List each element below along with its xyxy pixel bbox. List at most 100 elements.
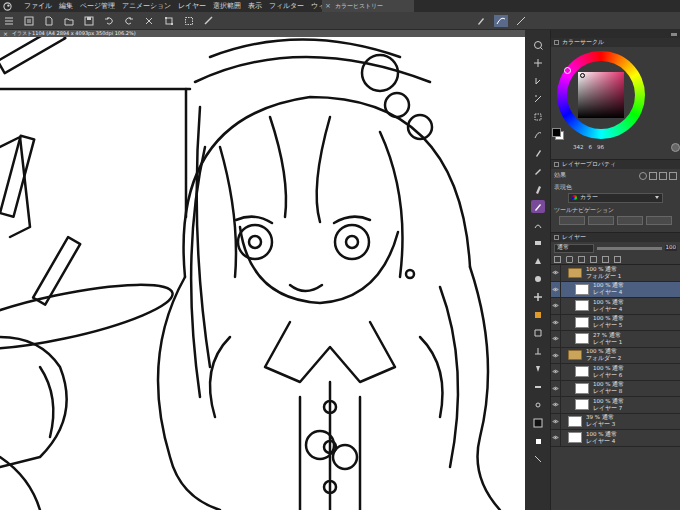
- visibility-toggle[interactable]: [551, 282, 561, 298]
- layer-row[interactable]: 27 %通常レイヤー 1: [551, 331, 680, 348]
- layer-color-icon[interactable]: [669, 172, 677, 180]
- canvas[interactable]: [0, 37, 525, 510]
- tool-button[interactable]: [531, 272, 545, 285]
- layer-row[interactable]: 100 %通常レイヤー 7: [551, 397, 680, 414]
- layer-row[interactable]: 100 %通常レイヤー 4: [551, 282, 680, 299]
- delete-icon[interactable]: [614, 256, 621, 263]
- visibility-toggle[interactable]: [551, 298, 561, 314]
- tool-button[interactable]: [531, 200, 545, 213]
- transform-icon[interactable]: [164, 16, 174, 26]
- redo-icon[interactable]: [124, 16, 134, 26]
- expression-color-dropdown[interactable]: カラー: [568, 193, 663, 203]
- tool-button[interactable]: [531, 236, 545, 249]
- menu-item[interactable]: 表示: [248, 3, 262, 10]
- visibility-toggle[interactable]: [551, 364, 561, 380]
- nav-button[interactable]: [646, 216, 672, 225]
- open-icon[interactable]: [64, 16, 74, 26]
- new-folder-icon[interactable]: [566, 256, 573, 263]
- tool-button[interactable]: [531, 452, 545, 465]
- main-color-swatch[interactable]: [552, 128, 561, 137]
- close-button[interactable]: ×: [325, 3, 331, 10]
- menu-item[interactable]: ファイル: [24, 3, 52, 10]
- tool-button[interactable]: [531, 344, 545, 357]
- visibility-toggle[interactable]: [551, 414, 561, 430]
- new-file-icon[interactable]: [44, 16, 54, 26]
- panel-menu-icon[interactable]: [554, 40, 559, 45]
- tool-button[interactable]: [531, 362, 545, 375]
- nav-button[interactable]: [617, 216, 643, 225]
- tool-button[interactable]: [531, 416, 545, 429]
- layer-row[interactable]: 100 %通常フォルダー 2: [551, 348, 680, 365]
- layer-row[interactable]: 100 %通常レイヤー 4: [551, 430, 680, 447]
- save-icon[interactable]: [84, 16, 94, 26]
- opacity-value[interactable]: 100: [665, 245, 678, 251]
- blend-dropdown[interactable]: 通常: [554, 244, 594, 253]
- panel-menu-icon[interactable]: [554, 162, 559, 167]
- menu-item[interactable]: アニメーション: [122, 3, 171, 10]
- tone-effect-icon[interactable]: [649, 172, 657, 180]
- active-pen-button[interactable]: [494, 15, 508, 27]
- pen-icon[interactable]: [476, 16, 486, 26]
- color-history-tab[interactable]: × カラーヒストリー: [322, 0, 414, 12]
- tool-button[interactable]: [531, 38, 545, 51]
- tool-button[interactable]: [531, 380, 545, 393]
- tool-button[interactable]: [531, 110, 545, 123]
- tool-button[interactable]: [531, 74, 545, 87]
- layer-row[interactable]: 100 %通常フォルダー 1: [551, 265, 680, 282]
- layer-row[interactable]: 39 %通常レイヤー 3: [551, 414, 680, 431]
- menu-icon[interactable]: [4, 16, 14, 26]
- menu-item[interactable]: ページ管理: [80, 3, 115, 10]
- extract-line-icon[interactable]: [659, 172, 667, 180]
- visibility-toggle[interactable]: [551, 430, 561, 446]
- tool-button[interactable]: [531, 308, 545, 321]
- layer-row[interactable]: 100 %通常レイヤー 5: [551, 315, 680, 332]
- tool-button[interactable]: [531, 326, 545, 339]
- visibility-toggle[interactable]: [551, 331, 561, 347]
- menu-item[interactable]: 編集: [59, 3, 73, 10]
- nav-button[interactable]: [559, 216, 585, 225]
- tool-button[interactable]: [531, 164, 545, 177]
- tool-button[interactable]: [531, 290, 545, 303]
- visibility-toggle[interactable]: [551, 265, 561, 281]
- visibility-toggle[interactable]: [551, 348, 561, 364]
- collapse-icon[interactable]: [671, 33, 677, 36]
- hue-ring[interactable]: [557, 51, 645, 139]
- undo-icon[interactable]: [104, 16, 114, 26]
- panel-menu-icon[interactable]: [554, 235, 559, 240]
- tool-button[interactable]: [531, 92, 545, 105]
- tool-button[interactable]: [531, 146, 545, 159]
- tool-button[interactable]: [531, 218, 545, 231]
- border-effect-icon[interactable]: [639, 172, 647, 180]
- settings-icon[interactable]: [24, 16, 34, 26]
- tool-button[interactable]: [531, 254, 545, 267]
- layer-row[interactable]: 100 %通常レイヤー 4: [551, 298, 680, 315]
- opacity-slider[interactable]: [597, 247, 662, 250]
- canvas-tab[interactable]: × イラスト1104 (A4 2894 x 4093px 350dpi 106.…: [0, 30, 525, 37]
- lock-icon[interactable]: [602, 256, 609, 263]
- clear-icon[interactable]: [144, 16, 154, 26]
- menu-item[interactable]: フィルター: [269, 3, 304, 10]
- layer-row[interactable]: 100 %通常レイヤー 6: [551, 364, 680, 381]
- ruler-icon[interactable]: [204, 16, 214, 26]
- line-icon[interactable]: [516, 16, 526, 26]
- visibility-toggle[interactable]: [551, 315, 561, 331]
- tool-button[interactable]: [531, 398, 545, 411]
- tool-button[interactable]: [531, 128, 545, 141]
- deselect-icon[interactable]: [184, 16, 194, 26]
- hue-marker[interactable]: [564, 67, 571, 74]
- close-button[interactable]: ×: [3, 31, 8, 37]
- panel-handle[interactable]: [671, 143, 680, 152]
- sv-marker[interactable]: [580, 73, 585, 78]
- visibility-toggle[interactable]: [551, 397, 561, 413]
- clip-icon[interactable]: [590, 256, 597, 263]
- menu-item[interactable]: レイヤー: [178, 3, 206, 10]
- nav-button[interactable]: [588, 216, 614, 225]
- layer-row[interactable]: 100 %通常レイヤー 8: [551, 381, 680, 398]
- tool-button[interactable]: [531, 434, 545, 447]
- visibility-toggle[interactable]: [551, 381, 561, 397]
- tool-button[interactable]: [531, 182, 545, 195]
- app-logo-icon[interactable]: [3, 2, 12, 11]
- mask-icon[interactable]: [578, 256, 585, 263]
- tool-button[interactable]: [531, 56, 545, 69]
- saturation-square[interactable]: [578, 72, 624, 118]
